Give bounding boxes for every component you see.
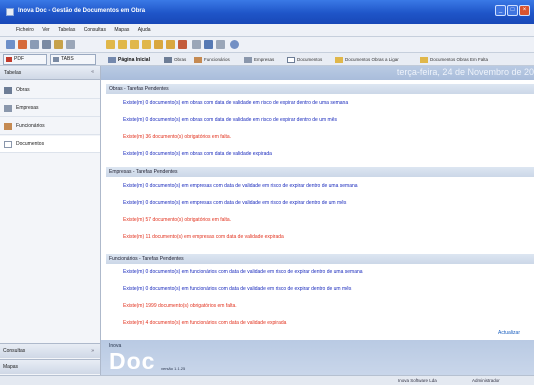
document-icon <box>4 141 12 148</box>
menu-mapas[interactable]: Mapas <box>114 24 129 37</box>
crane-icon <box>4 87 12 94</box>
document-icon[interactable] <box>130 40 139 49</box>
obras-line-4[interactable]: Existe(m) 0 documento(s) em obras com da… <box>123 151 272 157</box>
refresh-link[interactable]: Actualizar <box>498 330 520 336</box>
menu-ajuda[interactable]: Ajuda <box>138 24 151 37</box>
funcionarios-line-4[interactable]: Existe(m) 4 documento(s) em funcionários… <box>123 320 286 326</box>
menu-consultas[interactable]: Consultas <box>84 24 106 37</box>
sidebar-header-label: Tabelas <box>4 70 22 76</box>
open-icon[interactable] <box>18 40 27 49</box>
window-title: Inova Doc - Gestão de Documentos em Obra <box>18 8 146 14</box>
tab-pdf[interactable]: PDF <box>3 54 47 65</box>
edit-icon[interactable] <box>30 40 39 49</box>
status-bar: Inova Software Lda Administrador <box>0 375 534 385</box>
sidebar-header[interactable]: Tabelas « <box>0 66 100 80</box>
folder-icon[interactable] <box>54 40 63 49</box>
empresas-line-4[interactable]: Existe(m) 11 documento(s) em empresas co… <box>123 234 284 240</box>
obras-line-1[interactable]: Existe(m) 0 documento(s) em obras com da… <box>123 100 348 106</box>
current-date: terça-feira, 24 de Novembro de 20 <box>396 67 534 77</box>
empresas-line-2[interactable]: Existe(m) 0 documento(s) em empresas com… <box>123 200 346 206</box>
document-icon[interactable] <box>178 40 187 49</box>
sidebar-mapas[interactable]: Mapas <box>0 359 100 374</box>
pdf-icon <box>6 57 12 62</box>
menu-tabelas[interactable]: Tabelas <box>58 24 75 37</box>
chart-icon[interactable] <box>192 40 201 49</box>
building-icon <box>4 105 12 112</box>
document-icon[interactable] <box>142 40 151 49</box>
status-company: Inova Software Lda <box>398 378 437 383</box>
tab-tabs[interactable]: TABS <box>50 54 96 65</box>
obras-line-3[interactable]: Existe(m) 36 documento(s) obrigatórios e… <box>123 134 231 140</box>
sidebar-item-empresas[interactable]: Empresas <box>0 100 100 117</box>
document-icon[interactable] <box>118 40 127 49</box>
empresas-line-3[interactable]: Existe(m) 57 documento(s) obrigatórios e… <box>123 217 231 223</box>
obras-line-2[interactable]: Existe(m) 0 documento(s) em obras com da… <box>123 117 337 123</box>
maximize-button[interactable]: □ <box>507 5 518 16</box>
document-icon <box>420 57 428 63</box>
document-icon <box>287 57 295 63</box>
document-icon[interactable] <box>166 40 175 49</box>
section-obras-header: Obras - Tarefas Pendentes <box>106 84 534 94</box>
sidebar-item-documentos[interactable]: Documentos <box>0 136 100 153</box>
menu-ver[interactable]: Ver <box>42 24 50 37</box>
date-bar: terça-feira, 24 de Novembro de 20 <box>101 66 534 80</box>
section-funcionarios-header: Funcionários - Tarefas Pendentes <box>106 254 534 264</box>
table-icon <box>53 57 59 62</box>
funcionarios-line-1[interactable]: Existe(m) 0 documento(s) em funcionários… <box>123 269 363 275</box>
nav-documentos[interactable]: Documentos <box>286 55 322 65</box>
nav-obras[interactable]: Obras <box>163 55 186 65</box>
crane-icon[interactable] <box>42 40 51 49</box>
empresas-line-1[interactable]: Existe(m) 0 documento(s) em empresas com… <box>123 183 358 189</box>
sidebar-item-obras[interactable]: Obras <box>0 82 100 99</box>
status-user: Administrador <box>472 378 500 383</box>
funcionarios-line-2[interactable]: Existe(m) 0 documento(s) em funcionários… <box>123 286 351 292</box>
version-label: versão 1.1.25 <box>161 366 186 371</box>
home-icon <box>108 57 116 63</box>
crane-icon <box>164 57 172 63</box>
document-icon <box>335 57 343 63</box>
chevron-down-icon[interactable]: » <box>91 344 94 359</box>
sidebar-item-funcionarios[interactable]: Funcionários <box>0 118 100 135</box>
nav-documentos-obras-a-ligar[interactable]: Documentos Obras a Ligar <box>334 55 399 65</box>
report-icon[interactable] <box>204 40 213 49</box>
title-bar: Inova Doc - Gestão de Documentos em Obra… <box>0 0 534 24</box>
help-icon[interactable] <box>230 40 239 49</box>
section-empresas-header: Empresas - Tarefas Pendentes <box>106 167 534 177</box>
collapse-icon[interactable]: « <box>91 69 94 75</box>
sidebar: Tabelas « Obras Empresas Funcionários Do… <box>0 66 101 375</box>
document-icon[interactable] <box>106 40 115 49</box>
nav-home[interactable]: Página Inicial <box>107 55 150 65</box>
document-icon[interactable] <box>154 40 163 49</box>
app-icon <box>6 8 14 16</box>
menu-ficheiro[interactable]: Ficheiro <box>16 24 34 37</box>
main-content: terça-feira, 24 de Novembro de 20 Obras … <box>101 66 534 375</box>
window-controls: _ □ × <box>495 5 530 16</box>
new-icon[interactable] <box>6 40 15 49</box>
nav-empresas[interactable]: Empresas <box>243 55 274 65</box>
nav-funcionarios[interactable]: Funcionários <box>193 55 230 65</box>
people-icon <box>4 123 12 130</box>
menu-bar: Ficheiro Ver Tabelas Consultas Mapas Aju… <box>0 24 534 37</box>
print-icon[interactable] <box>66 40 75 49</box>
people-icon <box>194 57 202 63</box>
funcionarios-line-3[interactable]: Existe(m) 1999 documento(s) obrigatórios… <box>123 303 237 309</box>
building-icon <box>244 57 252 63</box>
close-button[interactable]: × <box>519 5 530 16</box>
nav-documentos-obras-em-falta[interactable]: Documentos Obras Em Falta <box>419 55 488 65</box>
brand-footer: Inova Doc versão 1.1.25 <box>101 340 534 375</box>
minimize-button[interactable]: _ <box>495 5 506 16</box>
navigation-bar: PDF TABS Página Inicial Obras Funcionári… <box>0 53 534 66</box>
report-icon[interactable] <box>216 40 225 49</box>
toolbar <box>0 37 534 53</box>
brand-logo: Doc <box>109 348 156 374</box>
sidebar-consultas[interactable]: Consultas » <box>0 343 100 358</box>
